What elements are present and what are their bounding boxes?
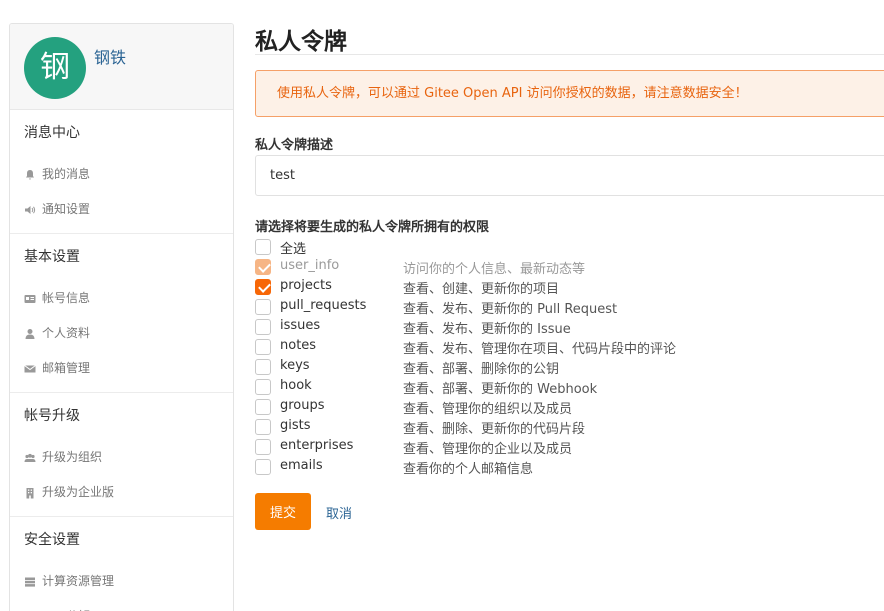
permission-name: hook	[280, 378, 312, 393]
avatar[interactable]: 钢	[24, 37, 86, 99]
permission-description: 访问你的个人信息、最新动态等	[403, 262, 586, 277]
permission-description: 查看你的个人邮箱信息	[403, 462, 534, 477]
sidebar-item-label: 升级为组织	[42, 450, 103, 464]
permission-checkbox-groups[interactable]	[255, 399, 271, 415]
sidebar-item-profile[interactable]: 个人资料	[10, 316, 233, 351]
permission-description: 查看、发布、更新你的 Pull Request	[403, 302, 618, 317]
username-link[interactable]: 钢铁	[94, 44, 126, 68]
sidebar-item-label: 邮箱管理	[42, 361, 91, 375]
select-all-label: 全选	[280, 242, 307, 257]
section-title-security-settings: 安全设置	[24, 532, 80, 548]
section-title-account-upgrade: 帐号升级	[24, 408, 80, 424]
users-icon	[24, 453, 36, 462]
building-icon	[26, 487, 34, 498]
sidebar-item-label: 帐号信息	[42, 291, 91, 305]
bell-icon	[26, 169, 34, 180]
select-all-checkbox[interactable]	[255, 239, 271, 255]
permission-checkbox-issues[interactable]	[255, 319, 271, 335]
permission-row[interactable]: hook 查看、部署、更新你的 Webhook	[255, 378, 597, 397]
sidebar-item-label: 通知设置	[42, 202, 91, 216]
permission-name: pull_requests	[280, 298, 367, 313]
server-icon	[25, 577, 35, 587]
permission-checkbox-notes[interactable]	[255, 339, 271, 355]
id-card-icon	[24, 294, 36, 303]
description-input[interactable]	[255, 155, 884, 196]
permission-row[interactable]: emails 查看你的个人邮箱信息	[255, 458, 533, 477]
user-icon	[25, 328, 35, 339]
permission-row[interactable]: enterprises 查看、管理你的企业以及成员	[255, 438, 572, 457]
permission-checkbox-emails[interactable]	[255, 459, 271, 475]
permission-name: gists	[280, 418, 311, 433]
permission-checkbox-projects[interactable]	[255, 279, 271, 295]
permission-description: 查看、创建、更新你的项目	[403, 282, 560, 297]
envelope-icon	[24, 364, 36, 372]
permission-checkbox-gists[interactable]	[255, 419, 271, 435]
permissions-label: 请选择将要生成的私人令牌所拥有的权限	[255, 220, 490, 235]
permission-row[interactable]: keys 查看、部署、删除你的公钥	[255, 358, 559, 377]
permission-row[interactable]: gists 查看、删除、更新你的代码片段	[255, 418, 585, 437]
sidebar-item-label: 升级为企业版	[42, 485, 115, 499]
permission-name: groups	[280, 398, 325, 413]
permission-row[interactable]: groups 查看、管理你的组织以及成员	[255, 398, 572, 417]
sidebar-item-upgrade-organization[interactable]: 升级为组织	[10, 440, 233, 475]
permission-row[interactable]: user_info 访问你的个人信息、最新动态等	[255, 258, 585, 277]
permission-description: 查看、管理你的组织以及成员	[403, 402, 573, 417]
main-content: 私人令牌 使用私人令牌，可以通过 Gitee Open API 访问你授权的数据…	[255, 0, 884, 611]
permission-description: 查看、部署、删除你的公钥	[403, 362, 560, 377]
permission-name: enterprises	[280, 438, 354, 453]
security-alert: 使用私人令牌，可以通过 Gitee Open API 访问你授权的数据，请注意数…	[255, 70, 884, 117]
permission-name: notes	[280, 338, 317, 353]
sidebar-item-ssh-keys[interactable]: SSH公钥	[10, 599, 233, 611]
sidebar-item-my-messages[interactable]: 我的消息	[10, 157, 233, 192]
sidebar-item-label: 个人资料	[42, 326, 91, 340]
speaker-icon	[25, 205, 36, 214]
description-label: 私人令牌描述	[255, 138, 334, 153]
permission-name: issues	[280, 318, 321, 333]
sidebar-item-account-info[interactable]: 帐号信息	[10, 281, 233, 316]
settings-sidebar: 钢 钢铁 消息中心 我的消息 通知设置 基本设置 帐号信息 个人资料 邮箱管理 …	[9, 23, 234, 611]
sidebar-item-upgrade-enterprise[interactable]: 升级为企业版	[10, 475, 233, 510]
permission-checkbox-enterprises[interactable]	[255, 439, 271, 455]
select-all-row[interactable]: 全选	[255, 238, 306, 257]
permission-row[interactable]: notes 查看、发布、管理你在项目、代码片段中的评论	[255, 338, 676, 357]
sidebar-item-notification-settings[interactable]: 通知设置	[10, 192, 233, 227]
sidebar-item-email-management[interactable]: 邮箱管理	[10, 351, 233, 386]
permission-description: 查看、删除、更新你的代码片段	[403, 422, 586, 437]
permission-description: 查看、部署、更新你的 Webhook	[403, 382, 598, 397]
permission-description: 查看、发布、更新你的 Issue	[403, 322, 571, 337]
sidebar-item-compute-resources[interactable]: 计算资源管理	[10, 564, 233, 599]
permission-checkbox-keys[interactable]	[255, 359, 271, 375]
permission-row[interactable]: issues 查看、发布、更新你的 Issue	[255, 318, 571, 337]
permission-description: 查看、发布、管理你在项目、代码片段中的评论	[403, 342, 677, 357]
submit-button[interactable]: 提交	[255, 493, 311, 530]
sidebar-item-label: 我的消息	[42, 167, 91, 181]
permission-description: 查看、管理你的企业以及成员	[403, 442, 573, 457]
permission-checkbox-pull-requests[interactable]	[255, 299, 271, 315]
permission-name: projects	[280, 278, 332, 293]
permission-name: user_info	[280, 258, 340, 273]
cancel-link[interactable]: 取消	[326, 503, 352, 522]
permission-checkbox-user-info	[255, 259, 271, 275]
user-header: 钢 钢铁	[10, 24, 233, 110]
page-title: 私人令牌	[255, 29, 347, 55]
permission-row[interactable]: projects 查看、创建、更新你的项目	[255, 278, 559, 297]
section-title-messages: 消息中心	[24, 125, 80, 141]
permission-name: emails	[280, 458, 323, 473]
section-title-basic-settings: 基本设置	[24, 249, 80, 265]
permission-checkbox-hook[interactable]	[255, 379, 271, 395]
sidebar-item-label: SSH公钥	[42, 599, 90, 611]
permission-name: keys	[280, 358, 310, 373]
divider	[255, 54, 884, 55]
sidebar-item-label: 计算资源管理	[42, 574, 115, 588]
permission-row[interactable]: pull_requests 查看、发布、更新你的 Pull Request	[255, 298, 617, 317]
